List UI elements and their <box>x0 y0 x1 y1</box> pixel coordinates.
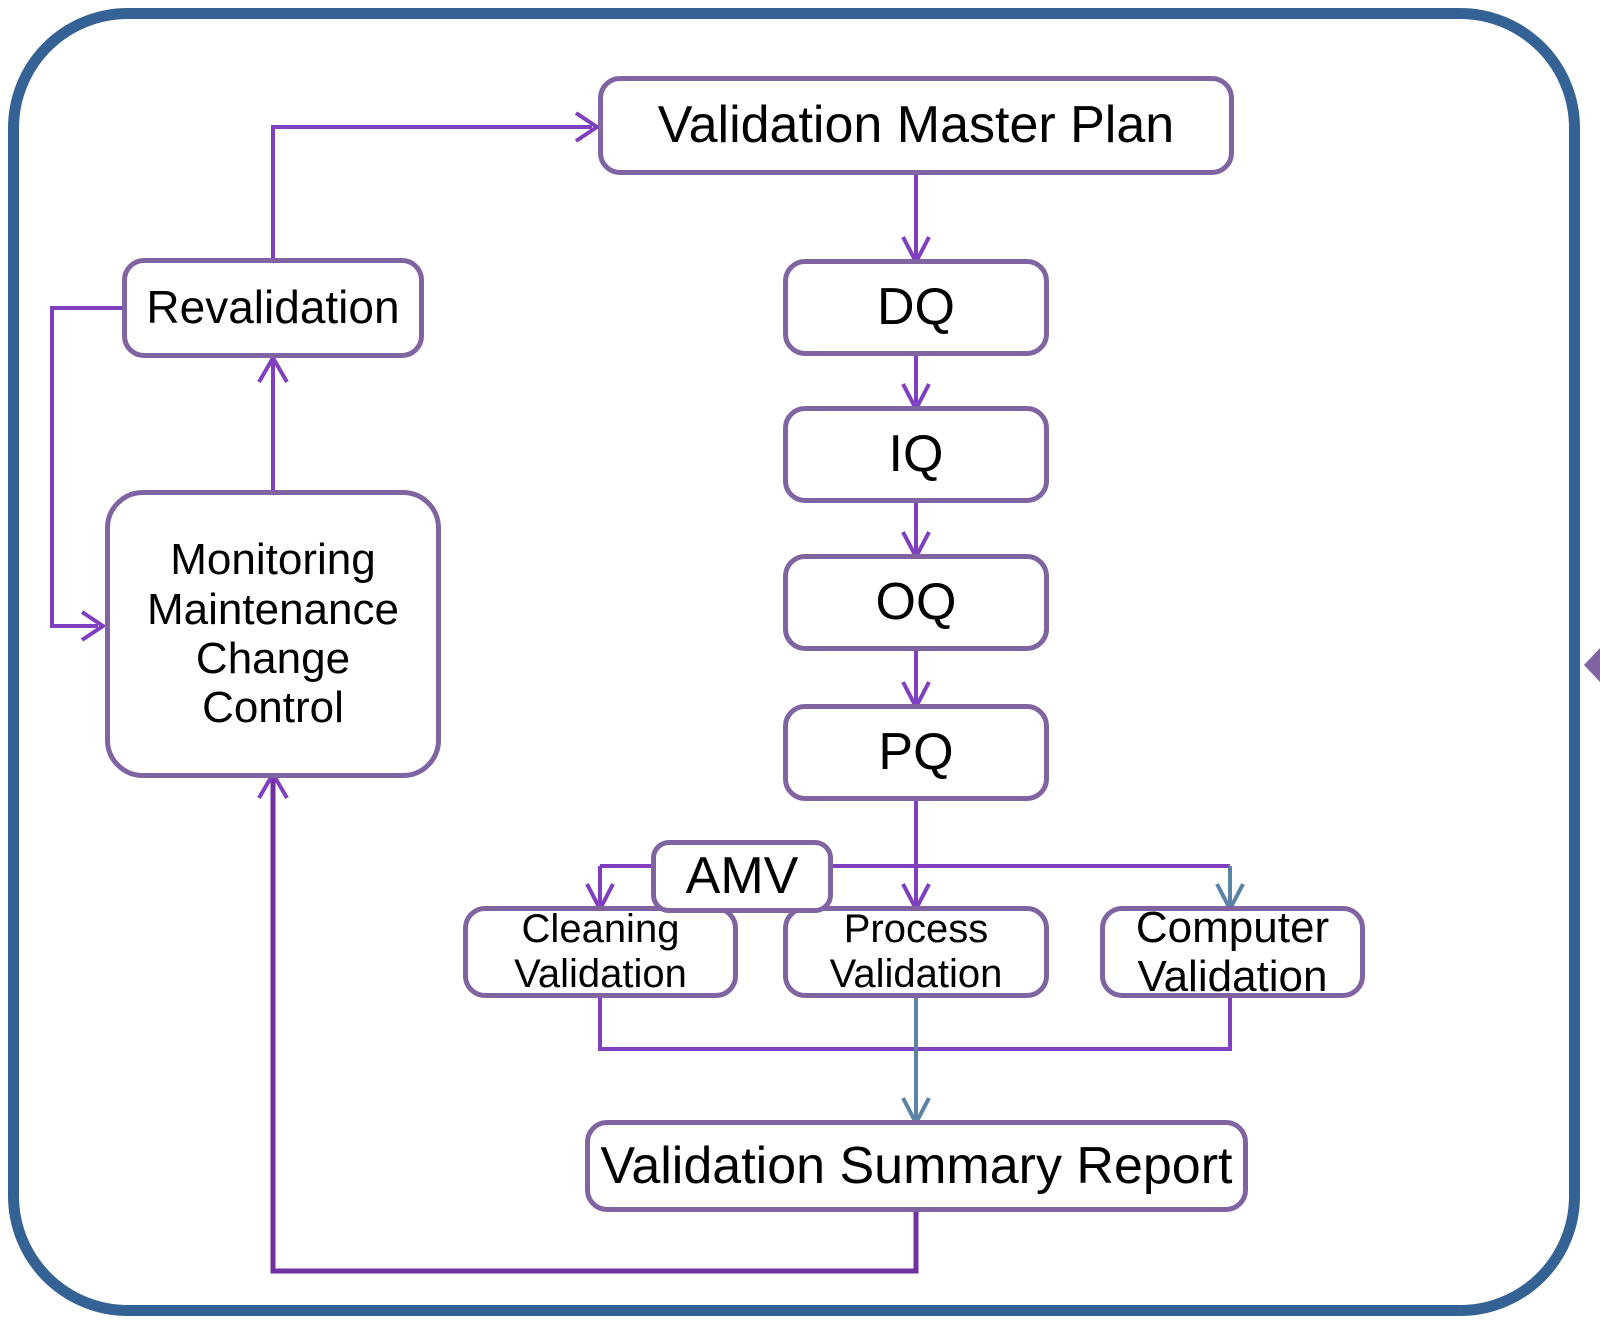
node-computer-validation[interactable]: Computer Validation <box>1100 903 1365 1001</box>
node-process-validation[interactable]: Process Validation <box>783 906 1049 998</box>
node-validation-master-plan[interactable]: Validation Master Plan <box>598 76 1234 175</box>
node-cleaning-validation[interactable]: Cleaning Validation <box>463 906 738 998</box>
node-amv[interactable]: AMV <box>651 840 833 913</box>
node-revalidation[interactable]: Revalidation <box>122 258 424 358</box>
clipped-arrow-fragment-icon <box>1584 648 1600 682</box>
node-oq[interactable]: OQ <box>783 554 1049 651</box>
node-iq[interactable]: IQ <box>783 406 1049 503</box>
node-pq[interactable]: PQ <box>783 704 1049 801</box>
node-monitoring-maintenance-change-control[interactable]: Monitoring Maintenance Change Control <box>105 490 441 778</box>
diagram-canvas: Validation Master Plan Revalidation Moni… <box>0 0 1600 1333</box>
node-dq[interactable]: DQ <box>783 259 1049 356</box>
node-validation-summary-report[interactable]: Validation Summary Report <box>585 1120 1248 1212</box>
